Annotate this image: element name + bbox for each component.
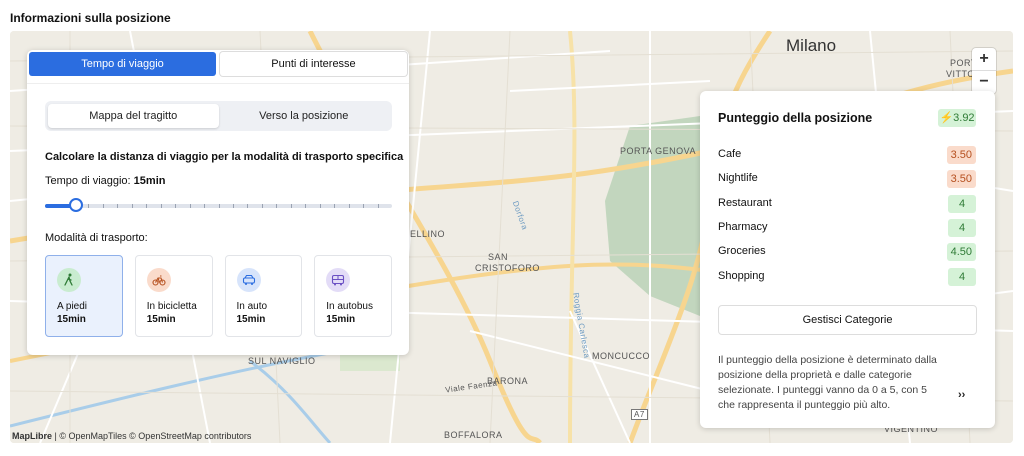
slider-tick: [262, 204, 263, 208]
attribution-text: | © OpenMapTiles © OpenStreetMap contrib…: [52, 431, 252, 441]
maplibre-link[interactable]: MapLibre: [12, 431, 52, 441]
slider-tick: [132, 204, 133, 208]
location-score-title: Punteggio della posizione: [718, 111, 873, 125]
slider-tick: [161, 204, 162, 208]
zoom-in-button[interactable]: +: [972, 48, 996, 71]
slider-tick: [363, 204, 364, 208]
mode-car[interactable]: In auto 15min: [224, 255, 303, 337]
slider-tick: [334, 204, 335, 208]
page-title: Informazioni sulla posizione: [10, 11, 171, 25]
view-toggle: Mappa del tragitto Verso la posizione: [45, 101, 392, 131]
mode-time: 15min: [57, 314, 86, 325]
walk-icon: [57, 268, 81, 292]
panel-tabs: Tempo di viaggio Punti di interesse: [29, 52, 407, 76]
city-label: Milano: [786, 36, 837, 55]
zoom-control: + −: [972, 48, 996, 94]
divider: [27, 83, 409, 84]
motorway-shield: A7: [631, 409, 648, 420]
mode-bus[interactable]: In autobus 15min: [314, 255, 392, 337]
category-name: Pharmacy: [718, 221, 768, 233]
transport-modes: A piedi 15min In bicicletta 15min In aut…: [45, 255, 392, 337]
slider-tick: [204, 204, 205, 208]
mode-name: In bicicletta: [146, 301, 197, 312]
category-name: Cafe: [718, 148, 742, 160]
score-description: Il punteggio della posizione è determina…: [718, 354, 937, 411]
map-label: MONCUCCO: [592, 351, 650, 361]
mode-time: 15min: [146, 314, 176, 325]
toggle-route-map[interactable]: Mappa del tragitto: [48, 104, 219, 128]
category-name: Restaurant: [718, 197, 772, 209]
slider-tick: [305, 204, 306, 208]
mode-time: 15min: [236, 314, 266, 325]
overall-score-badge: ⚡3.92: [938, 109, 976, 127]
category-score: 3.50: [946, 146, 976, 164]
tab-travel-time[interactable]: Tempo di viaggio: [29, 52, 216, 76]
slider-thumb[interactable]: [69, 198, 84, 212]
category-row: Cafe 3.50: [718, 146, 976, 164]
map-attribution: MapLibre | © OpenMapTiles © OpenStreetMa…: [12, 431, 251, 441]
map-label: ELLINO: [410, 229, 446, 239]
bicycle-icon: [146, 268, 171, 292]
map-label: VITTO: [946, 69, 975, 79]
car-icon: [236, 268, 261, 292]
transport-modes-label: Modalità di trasporto:: [45, 232, 148, 244]
category-row: Pharmacy 4: [718, 219, 976, 237]
category-row: Groceries 4.50: [718, 243, 976, 261]
location-score-panel: Punteggio della posizione ⚡3.92 Cafe 3.5…: [700, 91, 995, 428]
slider-tick: [378, 204, 379, 208]
manage-categories-button[interactable]: Gestisci Categorie: [718, 305, 977, 335]
travel-time-slider[interactable]: [45, 198, 392, 212]
slider-tick: [175, 204, 176, 208]
category-row: Restaurant 4: [718, 195, 976, 213]
map-label: SAN: [488, 252, 509, 262]
bolt-icon: ⚡: [939, 112, 954, 124]
map-label: BOFFALORA: [444, 430, 503, 440]
travel-time-panel: Tempo di viaggio Punti di interesse Mapp…: [27, 50, 409, 355]
slider-tick: [320, 204, 321, 208]
slider-tick: [349, 204, 350, 208]
travel-time-label: Tempo di viaggio: 15min: [45, 175, 165, 187]
mode-walk[interactable]: A piedi 15min: [45, 255, 123, 337]
mode-name: In auto: [236, 301, 268, 312]
slider-tick: [190, 204, 191, 208]
category-score: 4.50: [946, 243, 976, 261]
slider-tick: [117, 204, 118, 208]
slider-tick: [233, 204, 234, 208]
slider-tick: [88, 204, 89, 208]
slider-tick: [103, 204, 104, 208]
travel-time-prefix: Tempo di viaggio:: [45, 175, 134, 187]
map-label: CRISTOFORO: [475, 263, 540, 273]
category-score: 3.50: [946, 170, 976, 188]
map-label: PORTA GENOVA: [620, 146, 697, 156]
slider-tick: [247, 204, 248, 208]
mode-name: In autobus: [326, 301, 373, 312]
expand-button[interactable]: ››: [958, 389, 965, 401]
slider-tick: [219, 204, 220, 208]
category-row: Shopping 4: [718, 268, 976, 286]
overall-score: 3.92: [953, 112, 975, 124]
map-label: SUL NAVIGLIO: [248, 356, 316, 366]
toggle-to-location[interactable]: Verso la posizione: [219, 104, 390, 128]
tab-points-of-interest[interactable]: Punti di interesse: [220, 52, 407, 76]
category-score: 4: [948, 195, 976, 213]
mode-name: A piedi: [57, 301, 88, 312]
calc-title: Calcolare la distanza di viaggio per la …: [45, 151, 404, 163]
bus-icon: [326, 268, 351, 292]
category-name: Groceries: [718, 245, 766, 257]
category-score: 4: [948, 219, 976, 237]
travel-time-value: 15min: [133, 175, 166, 187]
slider-tick: [146, 204, 147, 208]
slider-tick: [291, 204, 292, 208]
category-row: Nightlife 3.50: [718, 170, 976, 188]
slider-tick: [276, 204, 277, 208]
category-score: 4: [948, 268, 976, 286]
category-name: Shopping: [718, 270, 765, 282]
mode-bicycle[interactable]: In bicicletta 15min: [134, 255, 213, 337]
category-name: Nightlife: [718, 172, 758, 184]
mode-time: 15min: [326, 314, 356, 325]
